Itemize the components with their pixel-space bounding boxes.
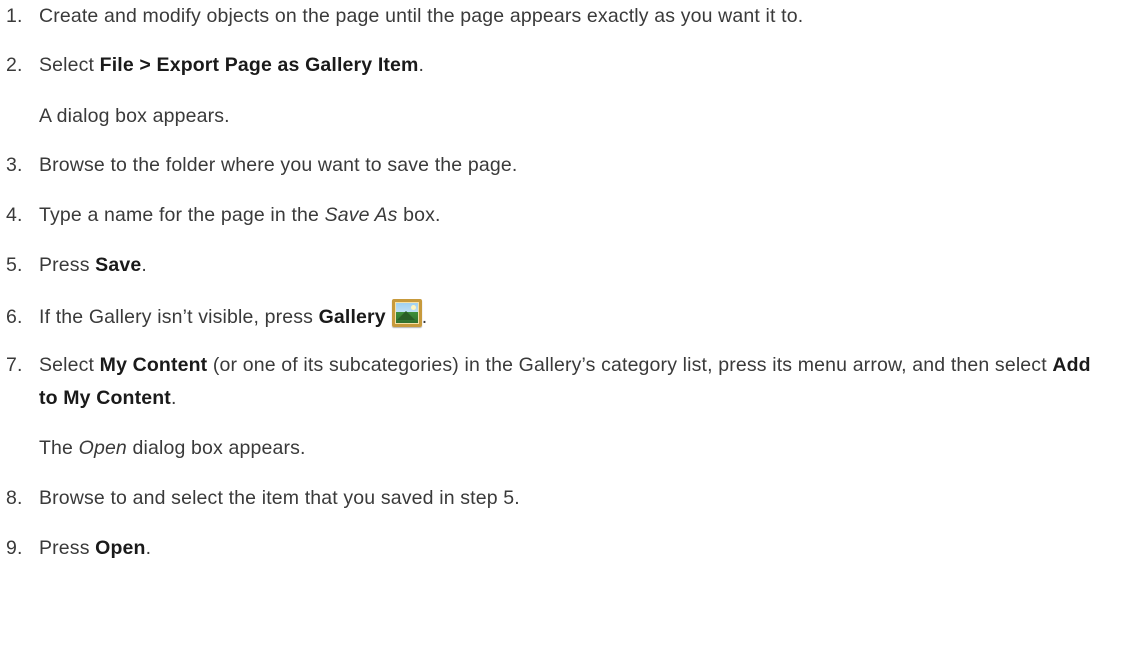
step-2-note: A dialog box appears. [39,105,230,127]
punctuation: . [141,254,147,276]
procedure-document: 1. Create and modify objects on the page … [0,0,1123,649]
category-name: My Content [99,354,208,376]
punctuation: . [145,537,152,559]
punctuation: . [421,306,428,328]
step-9: 9. Press Open. [6,532,1116,565]
step-text: Select [39,54,100,76]
step-3: 3. Browse to the folder where you want to… [6,149,1116,182]
note-text: The [39,437,79,459]
step-7-note: The Open dialog box appears. [39,432,1119,465]
note-text-end: dialog box appears. [126,437,306,459]
step-text: Press [39,254,96,276]
step-text: Type a name for the page in the [39,204,325,226]
button-name: Save [95,254,142,276]
punctuation: . [170,387,177,409]
step-number: 9. [6,537,23,559]
step-number: 8. [6,487,23,509]
step-4: 4. Type a name for the page in the Save A… [6,199,1116,232]
button-name: Open [95,537,146,559]
punctuation: . [418,54,425,76]
step-number: 4. [6,204,23,226]
step-1: 1. Create and modify objects on the page … [6,0,1116,33]
dialog-name: Open [78,437,127,459]
step-text-end: box. [397,204,441,226]
button-name: Gallery [318,306,386,328]
step-8: 8. Browse to and select the item that you… [6,482,1116,515]
step-number: 2. [6,54,23,76]
step-text: Select [39,354,100,376]
step-text: If the Gallery isn’t visible, press [39,306,319,328]
step-2: 2. Select File > Export Page as Gallery I… [6,49,1116,82]
step-number: 5. [6,254,23,276]
step-number: 7. [6,354,23,376]
gallery-icon [391,299,422,327]
step-text-block: Select My Content (or one of its subcate… [39,349,1114,415]
step-text-middle: (or one of its subcategories) in the Gal… [207,354,1053,376]
field-name: Save As [324,204,398,226]
step-text: Press [39,537,96,559]
step-number: 1. [6,5,23,27]
step-7: 7. Select My Content (or one of its subca… [6,349,1116,415]
step-5: 5. Press Save. [6,249,1116,282]
step-text: Browse to and select the item that you s… [39,487,520,509]
step-text: Browse to the folder where you want to s… [39,154,518,176]
menu-path: File > Export Page as Gallery Item [99,54,419,76]
step-number: 3. [6,154,23,176]
step-number: 6. [6,306,23,328]
step-text: Create and modify objects on the page un… [39,5,804,27]
step-6: 6. If the Gallery isn’t visible, press Ga… [6,299,1116,334]
